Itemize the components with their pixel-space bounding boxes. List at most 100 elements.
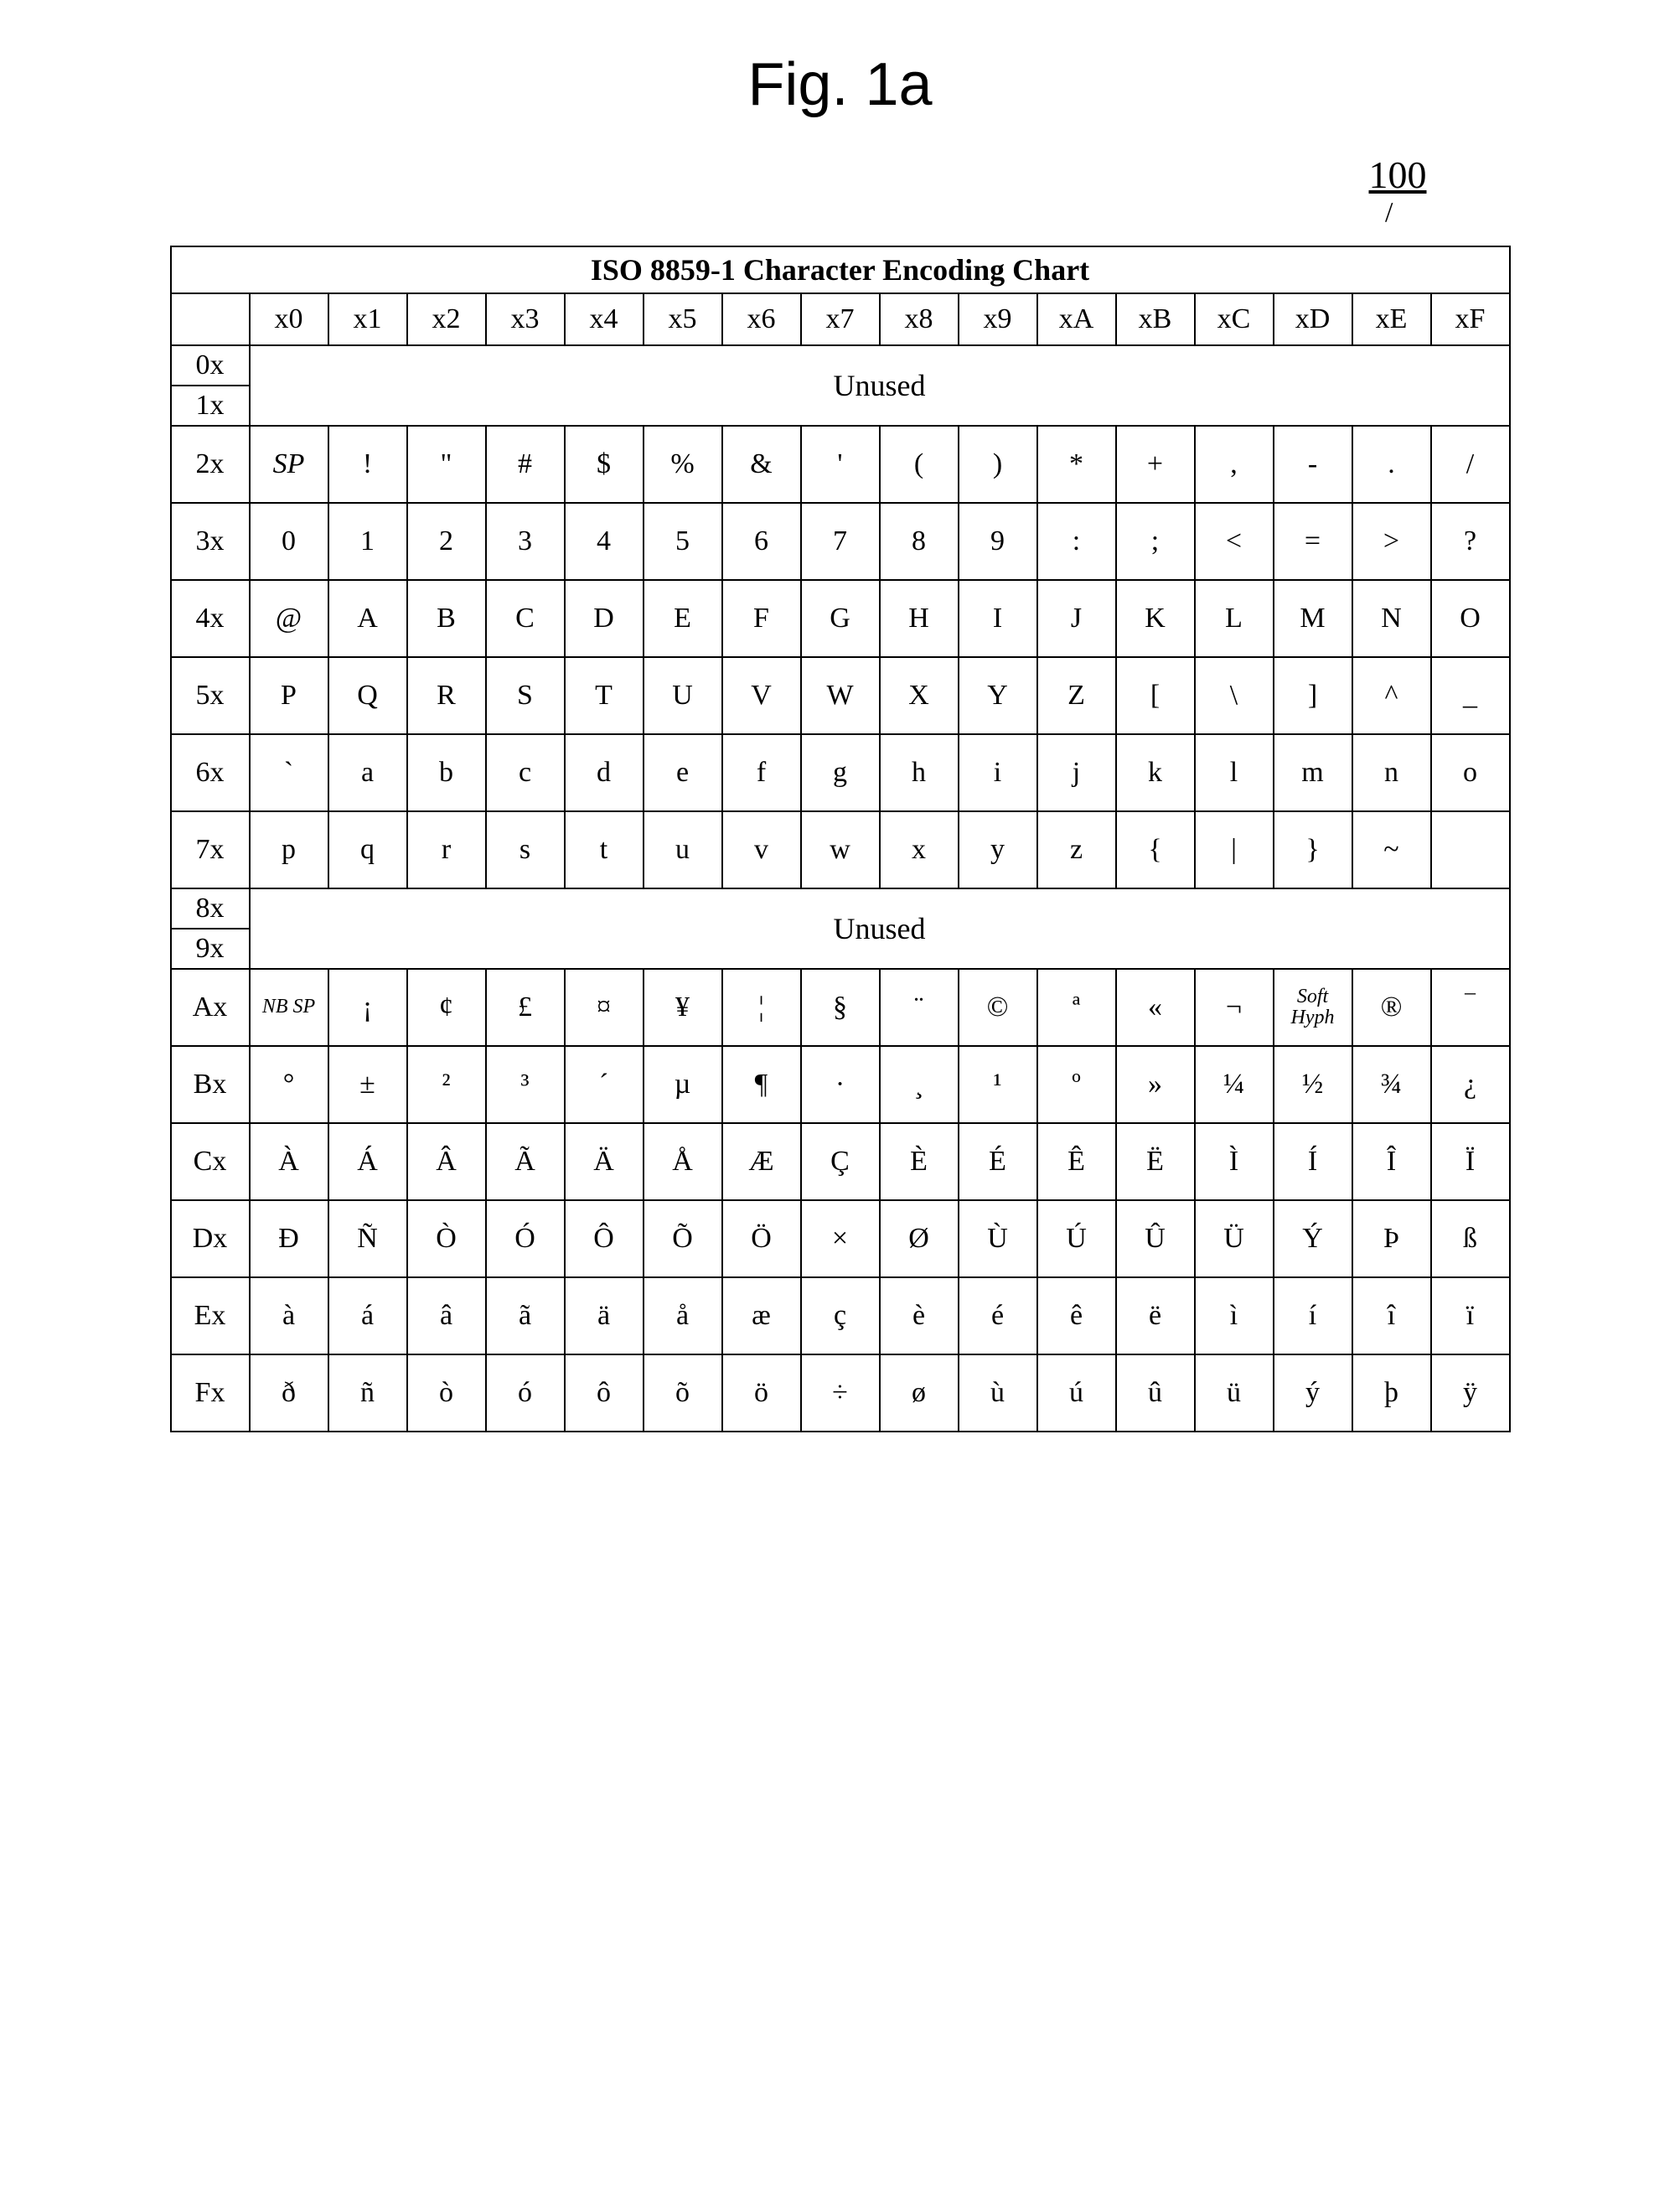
cell: &: [722, 426, 801, 503]
cell: ü: [1195, 1354, 1274, 1432]
reference-slash: /: [86, 197, 1393, 229]
cell: I: [959, 580, 1037, 657]
cell: ¹: [959, 1046, 1037, 1123]
cell: ¾: [1352, 1046, 1431, 1123]
reference-marker: 100 /: [86, 153, 1645, 229]
cell: D: [565, 580, 644, 657]
cell: ù: [959, 1354, 1037, 1432]
row-0x: 0x Unused: [171, 345, 1510, 386]
cell: Ê: [1037, 1123, 1116, 1200]
cell: T: [565, 657, 644, 734]
cell: >: [1352, 503, 1431, 580]
cell: y: [959, 811, 1037, 888]
cell: i: [959, 734, 1037, 811]
cell: ï: [1431, 1277, 1510, 1354]
cell: ´: [565, 1046, 644, 1123]
cell: ²: [407, 1046, 486, 1123]
col-header: xA: [1037, 293, 1116, 345]
cell: â: [407, 1277, 486, 1354]
corner-cell: [171, 293, 250, 345]
cell: ú: [1037, 1354, 1116, 1432]
cell: :: [1037, 503, 1116, 580]
row-Fx: Fx ð ñ ò ó ô õ ö ÷ ø ù ú û ü ý þ ÿ: [171, 1354, 1510, 1432]
row-header: 1x: [171, 386, 250, 426]
unused-cell: Unused: [250, 345, 1510, 426]
cell: Á: [328, 1123, 407, 1200]
cell: 8: [880, 503, 959, 580]
row-Ax: Ax NB SP ¡ ¢ £ ¤ ¥ ¦ § ¨ © ª « ¬ Soft Hy…: [171, 969, 1510, 1046]
row-5x: 5x P Q R S T U V W X Y Z [ \ ] ^ _: [171, 657, 1510, 734]
cell: /: [1431, 426, 1510, 503]
cell: ·: [801, 1046, 880, 1123]
cell: 7: [801, 503, 880, 580]
cell: _: [1431, 657, 1510, 734]
col-header: xB: [1116, 293, 1195, 345]
cell: L: [1195, 580, 1274, 657]
cell: m: [1274, 734, 1352, 811]
cell: º: [1037, 1046, 1116, 1123]
cell: j: [1037, 734, 1116, 811]
cell: #: [486, 426, 565, 503]
cell: Õ: [644, 1200, 722, 1277]
cell: V: [722, 657, 801, 734]
cell: ': [801, 426, 880, 503]
row-3x: 3x 0 1 2 3 4 5 6 7 8 9 : ; < = > ?: [171, 503, 1510, 580]
cell: «: [1116, 969, 1195, 1046]
cell: Ä: [565, 1123, 644, 1200]
cell: k: [1116, 734, 1195, 811]
cell: Ù: [959, 1200, 1037, 1277]
col-header: xC: [1195, 293, 1274, 345]
row-header: 2x: [171, 426, 250, 503]
cell: $: [565, 426, 644, 503]
cell: µ: [644, 1046, 722, 1123]
cell: [1431, 811, 1510, 888]
row-Bx: Bx ° ± ² ³ ´ µ ¶ · ¸ ¹ º » ¼ ½ ¾ ¿: [171, 1046, 1510, 1123]
row-header: Ax: [171, 969, 250, 1046]
cell: |: [1195, 811, 1274, 888]
cell: %: [644, 426, 722, 503]
cell: ¦: [722, 969, 801, 1046]
cell: ×: [801, 1200, 880, 1277]
cell: í: [1274, 1277, 1352, 1354]
col-header: x4: [565, 293, 644, 345]
cell: -: [1274, 426, 1352, 503]
cell: H: [880, 580, 959, 657]
cell: ): [959, 426, 1037, 503]
cell: <: [1195, 503, 1274, 580]
cell: ;: [1116, 503, 1195, 580]
cell: Ö: [722, 1200, 801, 1277]
cell: g: [801, 734, 880, 811]
cell: »: [1116, 1046, 1195, 1123]
cell: °: [250, 1046, 328, 1123]
row-header: 9x: [171, 929, 250, 969]
cell: 5: [644, 503, 722, 580]
cell: d: [565, 734, 644, 811]
row-header: Bx: [171, 1046, 250, 1123]
cell: ¤: [565, 969, 644, 1046]
cell: SP: [250, 426, 328, 503]
cell: +: [1116, 426, 1195, 503]
cell: .: [1352, 426, 1431, 503]
cell: È: [880, 1123, 959, 1200]
cell: è: [880, 1277, 959, 1354]
row-header: Ex: [171, 1277, 250, 1354]
row-header: 0x: [171, 345, 250, 386]
cell: Ø: [880, 1200, 959, 1277]
cell: Æ: [722, 1123, 801, 1200]
cell: N: [1352, 580, 1431, 657]
cell: X: [880, 657, 959, 734]
cell: E: [644, 580, 722, 657]
cell: Í: [1274, 1123, 1352, 1200]
cell: ¨: [880, 969, 959, 1046]
cell: {: [1116, 811, 1195, 888]
cell: Z: [1037, 657, 1116, 734]
row-header: 4x: [171, 580, 250, 657]
reference-number: 100: [1369, 153, 1427, 197]
cell: p: [250, 811, 328, 888]
col-header: x6: [722, 293, 801, 345]
cell: ~: [1352, 811, 1431, 888]
cell: ä: [565, 1277, 644, 1354]
cell: Ô: [565, 1200, 644, 1277]
row-header: Fx: [171, 1354, 250, 1432]
cell: }: [1274, 811, 1352, 888]
